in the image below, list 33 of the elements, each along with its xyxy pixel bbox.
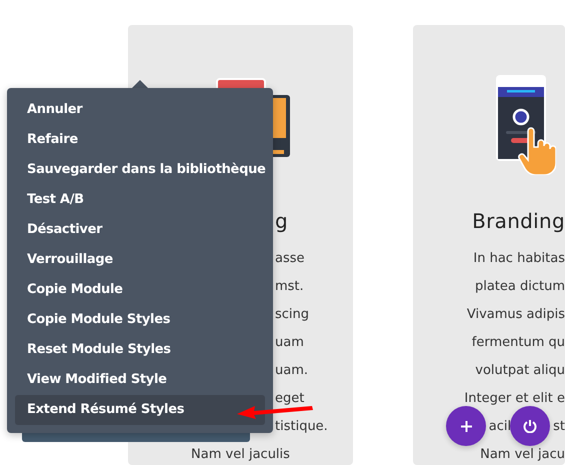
card-text: acil [488,418,512,436]
card-text: volutpat aliqu [475,362,565,380]
card-text: Nam vel jacu [480,446,565,464]
menu-item[interactable]: Refaire [15,125,265,155]
menu-item[interactable]: Extend Résumé Styles [15,395,265,425]
plus-icon [460,420,472,432]
card-text: tistique. [275,418,328,436]
card-text: asse [275,250,305,268]
menu-item[interactable]: View Modified Style [15,365,265,395]
card-heading: Branding [472,208,565,235]
menu-item[interactable]: Verrouillage [15,245,265,275]
card-heading: g [275,208,288,235]
arrow-icon [236,405,314,419]
menu-item[interactable]: Reset Module Styles [15,335,265,365]
card-text: uam. [275,362,308,380]
card-text: st [553,418,565,436]
card-text: eget [275,390,304,408]
power-icon [523,419,537,433]
card-text: Vivamus adipis [466,306,565,324]
card-text: mst. [275,278,304,296]
card-text: Integer et elit e [464,390,565,408]
card-text: In hac habitas [473,250,565,268]
menu-item[interactable]: Copie Module [15,275,265,305]
menu-item[interactable]: Sauvegarder dans la bibliothèque [15,155,265,185]
card-text: fermentum qu [472,334,565,352]
menu-item[interactable]: Désactiver [15,215,265,245]
card-text: Nam vel jaculis [191,446,290,464]
menu-item[interactable]: Copie Module Styles [15,305,265,335]
card-text: platea dictum [474,278,565,296]
menu-item[interactable]: Test A/B [15,185,265,215]
card-text: scing [275,306,310,324]
menu-item[interactable]: Annuler [15,95,265,125]
card-text: uam [275,334,304,352]
